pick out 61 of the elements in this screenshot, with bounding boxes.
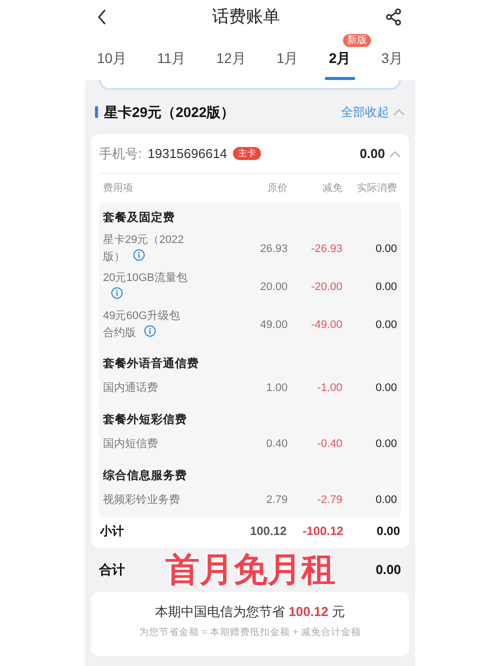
fee-item-name: 视频彩铃业务费 bbox=[103, 492, 181, 508]
info-icon[interactable] bbox=[144, 325, 156, 337]
share-icon[interactable] bbox=[385, 8, 403, 26]
new-badge: 新版 bbox=[342, 34, 371, 47]
original-price: 20.00 bbox=[259, 280, 288, 295]
column-header: 实际消费 bbox=[356, 182, 397, 196]
original-price: 2.79 bbox=[265, 492, 288, 508]
group-title: 套餐外语音通信费 bbox=[103, 356, 200, 372]
actual-amount: 0.00 bbox=[374, 242, 397, 257]
discount-amount: -49.00 bbox=[310, 318, 342, 333]
group-title: 套餐外短彩信费 bbox=[103, 412, 188, 428]
column-header: 减免 bbox=[321, 182, 342, 196]
accent-bar bbox=[95, 106, 98, 118]
subtotal-discount: -100.12 bbox=[302, 523, 344, 540]
column-header: 原价 bbox=[266, 182, 288, 196]
actual-amount: 0.00 bbox=[374, 492, 397, 508]
actual-amount: 0.00 bbox=[374, 436, 397, 452]
chevron-up-icon[interactable] bbox=[393, 108, 405, 116]
month-tab[interactable]: 1月 bbox=[272, 48, 302, 80]
original-price: 26.93 bbox=[259, 242, 288, 257]
info-icon[interactable] bbox=[133, 249, 145, 261]
month-tab[interactable]: 12月 bbox=[212, 48, 250, 80]
chevron-up-icon[interactable] bbox=[389, 150, 401, 158]
plan-title: 星卡29元（2022版） bbox=[104, 102, 235, 122]
primary-card-tag: 主卡 bbox=[233, 147, 262, 160]
discount-amount: -26.93 bbox=[310, 242, 342, 257]
page-title: 话费账单 bbox=[212, 6, 280, 28]
phone-label: 手机号: bbox=[99, 144, 142, 163]
discount-amount: -1.00 bbox=[316, 380, 342, 396]
original-price: 0.40 bbox=[265, 436, 288, 452]
discount-amount: -2.79 bbox=[316, 492, 342, 508]
subtotal-label: 小计 bbox=[100, 523, 125, 540]
total-amount: 0.00 bbox=[376, 561, 401, 580]
fee-item-name: 国内短信费 bbox=[103, 436, 159, 452]
fee-item-name: 49元60G升级包合约版 bbox=[103, 309, 182, 341]
savings-formula-note: 为您节省金额 = 本期赠费抵扣金额 + 减免合计金额 bbox=[139, 626, 361, 640]
phone-amount: 0.00 bbox=[360, 144, 385, 163]
actual-amount: 0.00 bbox=[374, 380, 397, 396]
savings-sentence: 本期中国电信为您节省 100.12 元 bbox=[154, 603, 345, 621]
month-tab[interactable]: 3月 bbox=[377, 48, 407, 80]
subtotal-price: 100.12 bbox=[248, 523, 287, 540]
info-icon[interactable] bbox=[111, 287, 123, 299]
column-header: 费用项 bbox=[103, 182, 134, 196]
free-rent-overlay-text: 首月免月租 bbox=[165, 550, 336, 590]
total-label: 合计 bbox=[99, 561, 125, 580]
actual-amount: 0.00 bbox=[374, 318, 397, 333]
month-tab[interactable]: 11月 bbox=[153, 48, 190, 80]
original-price: 1.00 bbox=[265, 380, 288, 396]
fee-item-name: 国内通话费 bbox=[103, 380, 159, 396]
discount-amount: -20.00 bbox=[310, 280, 342, 295]
fee-item-name: 星卡29元（2022版） bbox=[103, 233, 185, 265]
phone-number: 19315696614 bbox=[148, 144, 228, 163]
back-icon[interactable] bbox=[97, 9, 107, 25]
subtotal-actual: 0.00 bbox=[376, 523, 400, 540]
actual-amount: 0.00 bbox=[374, 280, 397, 295]
group-title: 综合信息服务费 bbox=[103, 468, 188, 484]
fee-item-name: 20元10GB流量包 bbox=[103, 270, 191, 304]
discount-amount: -0.40 bbox=[316, 436, 342, 452]
original-price: 49.00 bbox=[259, 318, 288, 333]
month-tab[interactable]: 10月 bbox=[93, 48, 131, 80]
group-title: 套餐及固定费 bbox=[103, 210, 176, 226]
